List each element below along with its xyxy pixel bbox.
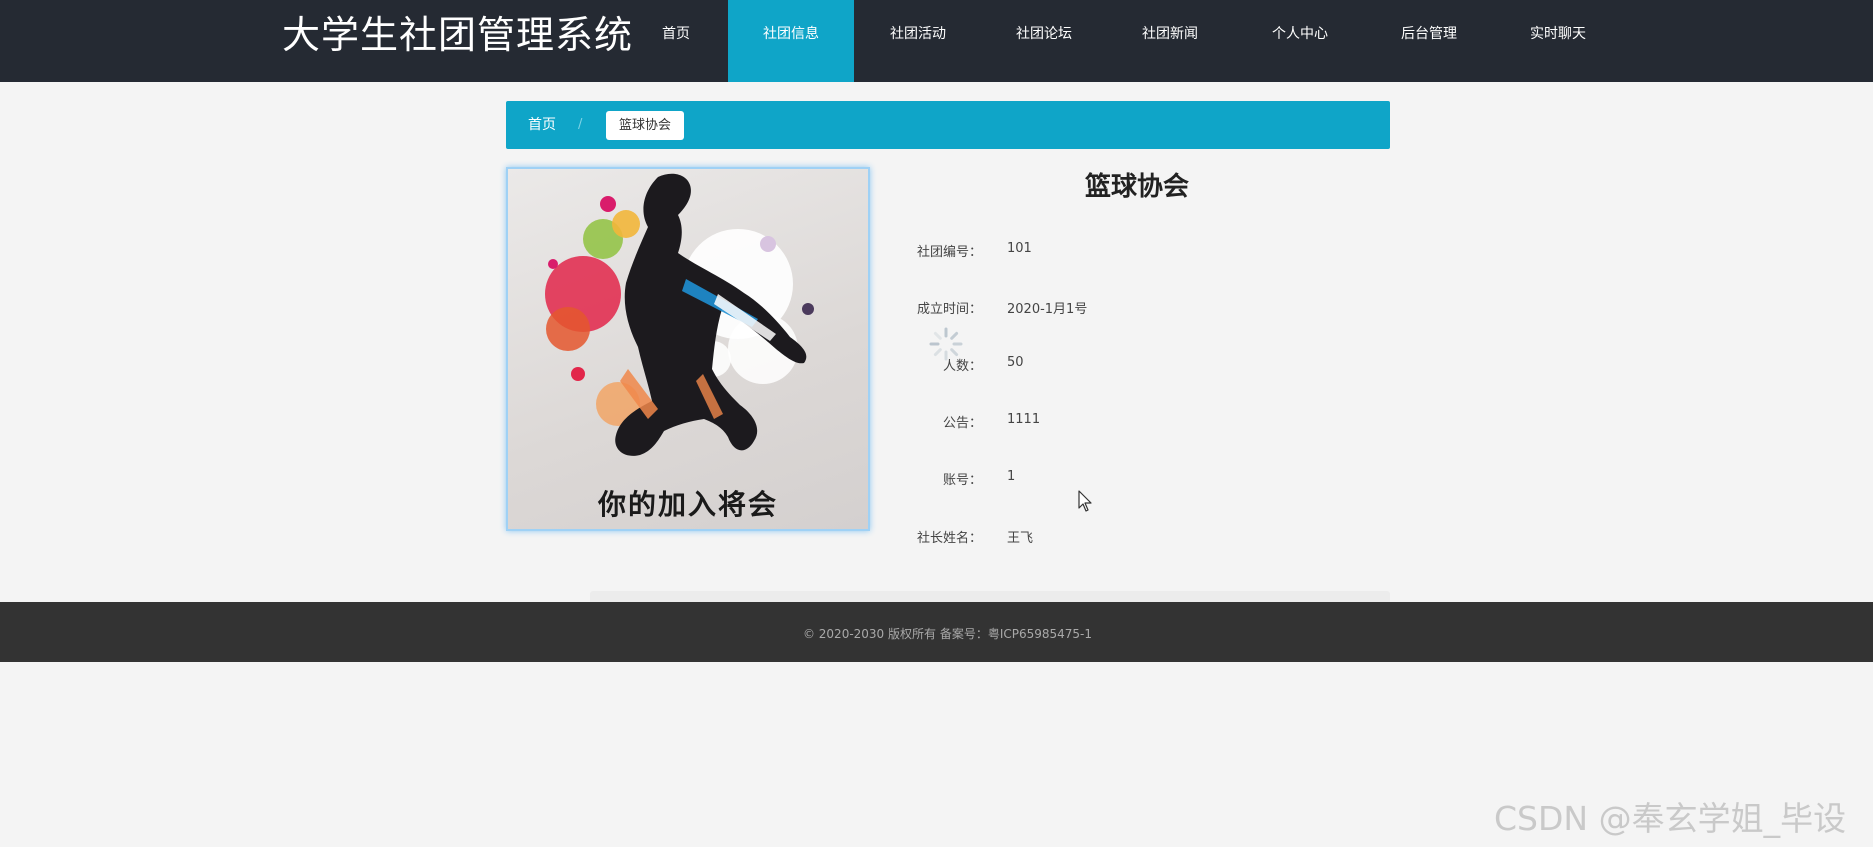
loading-spinner-icon [929, 327, 963, 361]
field-value-members: 50 [1007, 355, 1024, 370]
page: 大学生社团管理系统 首页 社团信息 社团活动 社团论坛 社团新闻 个人中心 后台… [0, 0, 1873, 847]
top-navbar: 大学生社团管理系统 首页 社团信息 社团活动 社团论坛 社团新闻 个人中心 后台… [0, 0, 1873, 82]
footer-copyright: © 2020-2030 版权所有 备案号：粤ICP65985475-1 [802, 627, 1093, 641]
field-value-president: 王飞 [1007, 531, 1034, 546]
nav-item-live-chat[interactable]: 实时聊天 [1495, 0, 1621, 82]
club-name-heading: 篮球协会 [1084, 172, 1189, 202]
site-title: 大学生社团管理系统 [282, 13, 634, 57]
mouse-cursor-icon [1078, 490, 1092, 512]
nav-item-home[interactable]: 首页 [613, 0, 739, 82]
club-image: 你的加入将会 [506, 167, 870, 531]
field-label-president: 社长姓名： [916, 531, 982, 546]
nav-item-club-activities[interactable]: 社团活动 [855, 0, 981, 82]
nav-item-admin[interactable]: 后台管理 [1366, 0, 1492, 82]
field-value-account: 1 [1007, 469, 1016, 484]
field-value-club-id: 101 [1007, 241, 1032, 256]
breadcrumb-home-link[interactable]: 首页 [528, 101, 556, 149]
breadcrumb: 首页 / 篮球协会 [506, 101, 1390, 149]
jumping-silhouette-illustration [545, 173, 814, 456]
poster-caption: 你的加入将会 [597, 488, 778, 521]
csdn-watermark: CSDN @奉玄学姐_毕设 [1494, 799, 1847, 838]
breadcrumb-separator: / [578, 117, 583, 132]
breadcrumb-current: 篮球协会 [606, 111, 685, 140]
field-value-founded: 2020-1月1号 [1007, 302, 1088, 317]
field-label-founded: 成立时间： [916, 302, 982, 317]
nav-item-club-info[interactable]: 社团信息 [728, 0, 854, 82]
nav-item-club-forum[interactable]: 社团论坛 [981, 0, 1107, 82]
nav-item-personal-center[interactable]: 个人中心 [1237, 0, 1363, 82]
nav-item-club-news[interactable]: 社团新闻 [1107, 0, 1233, 82]
field-label-club-id: 社团编号： [916, 245, 982, 260]
footer: © 2020-2030 版权所有 备案号：粤ICP65985475-1 [0, 602, 1873, 662]
field-label-announcement: 公告： [942, 416, 982, 431]
field-label-account: 账号： [942, 473, 982, 488]
field-value-announcement: 1111 [1007, 412, 1041, 427]
content-bottom-strip [590, 591, 1390, 602]
